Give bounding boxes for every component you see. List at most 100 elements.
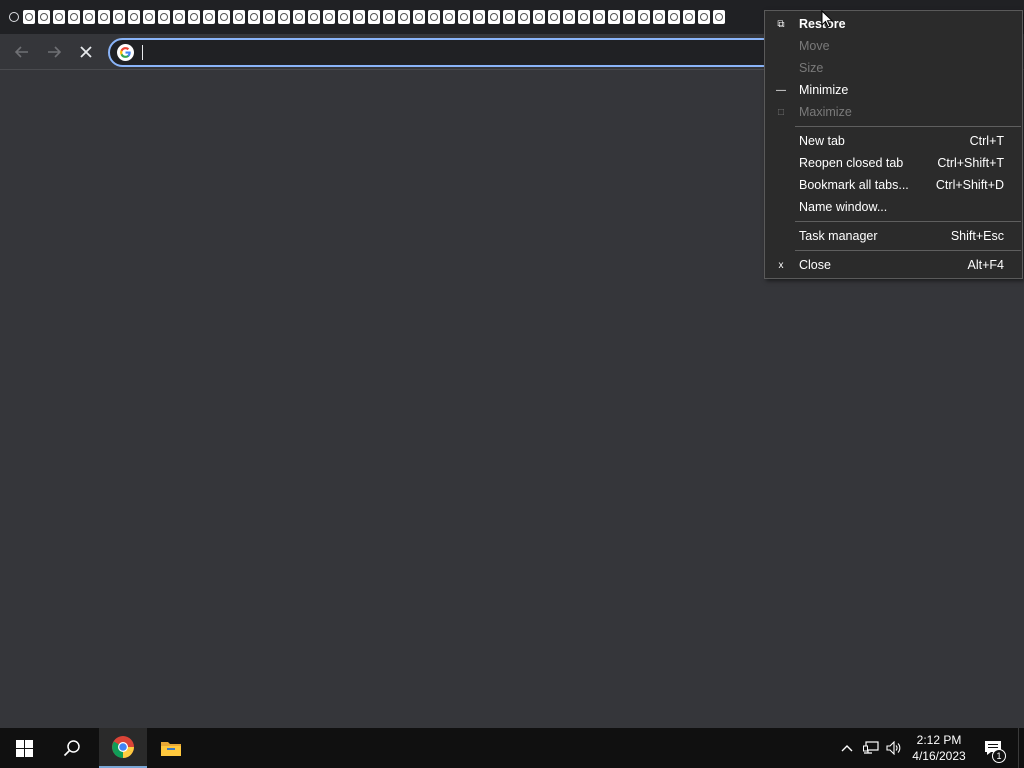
tab-favicon-icon bbox=[413, 10, 425, 24]
browser-tab[interactable] bbox=[96, 8, 111, 26]
menu-item-task-manager[interactable]: Task manager Shift+Esc bbox=[765, 225, 1022, 247]
back-button[interactable] bbox=[9, 39, 35, 65]
maximize-icon: □ bbox=[777, 106, 785, 118]
volume-icon bbox=[886, 741, 901, 755]
menu-item-close[interactable]: x Close Alt+F4 bbox=[765, 254, 1022, 276]
browser-tab[interactable] bbox=[366, 8, 381, 26]
browser-tab[interactable] bbox=[561, 8, 576, 26]
browser-tab[interactable] bbox=[591, 8, 606, 26]
browser-tab[interactable] bbox=[516, 8, 531, 26]
browser-tab[interactable] bbox=[201, 8, 216, 26]
browser-tab[interactable] bbox=[546, 8, 561, 26]
omnibox-input[interactable] bbox=[140, 43, 740, 62]
browser-tab[interactable] bbox=[21, 8, 36, 26]
notification-count-badge: 1 bbox=[992, 749, 1006, 763]
taskbar-clock[interactable]: 2:12 PM 4/16/2023 bbox=[908, 732, 970, 764]
browser-tab[interactable] bbox=[231, 8, 246, 26]
browser-tab[interactable] bbox=[411, 8, 426, 26]
browser-tab[interactable] bbox=[636, 8, 651, 26]
menu-item-shortcut: Alt+F4 bbox=[967, 258, 1004, 272]
browser-tab[interactable] bbox=[66, 8, 81, 26]
menu-item-reopen-closed-tab[interactable]: Reopen closed tab Ctrl+Shift+T bbox=[765, 152, 1022, 174]
close-icon: x bbox=[778, 259, 784, 271]
browser-tab[interactable] bbox=[261, 8, 276, 26]
tab-favicon-icon bbox=[398, 10, 410, 24]
tab-favicon-icon bbox=[638, 10, 650, 24]
tab-favicon-icon bbox=[278, 10, 290, 24]
tab-favicon-icon bbox=[23, 10, 35, 24]
browser-tab[interactable] bbox=[531, 8, 546, 26]
browser-tab[interactable] bbox=[381, 8, 396, 26]
network-button[interactable] bbox=[861, 728, 881, 768]
browser-tab[interactable] bbox=[246, 8, 261, 26]
browser-tab[interactable] bbox=[111, 8, 126, 26]
browser-tab[interactable] bbox=[291, 8, 306, 26]
browser-tab[interactable] bbox=[471, 8, 486, 26]
menu-item-label: Reopen closed tab bbox=[799, 156, 904, 170]
taskbar-search-button[interactable] bbox=[48, 728, 96, 768]
tab-favicon-icon bbox=[608, 10, 620, 24]
tab-favicon-icon bbox=[83, 10, 95, 24]
browser-tab[interactable] bbox=[696, 8, 711, 26]
address-bar[interactable] bbox=[108, 38, 808, 67]
browser-tab[interactable] bbox=[606, 8, 621, 26]
tab-favicon-icon bbox=[53, 10, 65, 24]
browser-tab[interactable] bbox=[651, 8, 666, 26]
browser-tab[interactable] bbox=[576, 8, 591, 26]
tab-favicon-icon bbox=[218, 10, 230, 24]
browser-tab[interactable] bbox=[396, 8, 411, 26]
menu-item-bookmark-all-tabs[interactable]: Bookmark all tabs... Ctrl+Shift+D bbox=[765, 174, 1022, 196]
browser-tab[interactable] bbox=[336, 8, 351, 26]
browser-tab[interactable] bbox=[426, 8, 441, 26]
tab-favicon-icon bbox=[38, 10, 50, 24]
browser-tab[interactable] bbox=[6, 8, 21, 26]
tab-favicon-icon bbox=[503, 10, 515, 24]
tab-favicon-icon bbox=[563, 10, 575, 24]
browser-tab[interactable] bbox=[216, 8, 231, 26]
browser-tab[interactable] bbox=[681, 8, 696, 26]
forward-button[interactable] bbox=[41, 39, 67, 65]
browser-tab[interactable] bbox=[186, 8, 201, 26]
tab-favicon-icon bbox=[323, 10, 335, 24]
menu-separator bbox=[795, 250, 1021, 251]
browser-tab[interactable] bbox=[486, 8, 501, 26]
browser-tab[interactable] bbox=[276, 8, 291, 26]
browser-tab[interactable] bbox=[321, 8, 336, 26]
menu-item-name-window[interactable]: Name window... bbox=[765, 196, 1022, 218]
browser-tab[interactable] bbox=[441, 8, 456, 26]
menu-item-restore[interactable]: ⧉Restore bbox=[765, 13, 1022, 35]
browser-tab[interactable] bbox=[501, 8, 516, 26]
taskbar-file-explorer-button[interactable] bbox=[147, 728, 195, 768]
browser-tab[interactable] bbox=[456, 8, 471, 26]
tab-favicon-icon bbox=[338, 10, 350, 24]
menu-item-size: Size bbox=[765, 57, 1022, 79]
browser-tab[interactable] bbox=[171, 8, 186, 26]
tab-favicon-icon bbox=[443, 10, 455, 24]
browser-tab[interactable] bbox=[156, 8, 171, 26]
browser-tab[interactable] bbox=[711, 8, 726, 26]
browser-tab[interactable] bbox=[51, 8, 66, 26]
menu-item-minimize[interactable]: — Minimize bbox=[765, 79, 1022, 101]
taskbar-chrome-button[interactable] bbox=[99, 728, 147, 768]
browser-tab[interactable] bbox=[126, 8, 141, 26]
tab-favicon-icon bbox=[668, 10, 680, 24]
tab-favicon-icon bbox=[683, 10, 695, 24]
menu-item-shortcut: Ctrl+T bbox=[969, 134, 1004, 148]
browser-tab[interactable] bbox=[621, 8, 636, 26]
browser-tab[interactable] bbox=[81, 8, 96, 26]
volume-button[interactable] bbox=[884, 728, 904, 768]
menu-separator bbox=[795, 126, 1021, 127]
start-button[interactable] bbox=[0, 728, 48, 768]
browser-tab[interactable] bbox=[141, 8, 156, 26]
tab-favicon-icon bbox=[698, 10, 710, 24]
browser-tab[interactable] bbox=[306, 8, 321, 26]
stop-loading-button[interactable] bbox=[73, 39, 99, 65]
tab-favicon-icon bbox=[713, 10, 725, 24]
show-desktop-button[interactable] bbox=[1018, 728, 1024, 768]
show-hidden-icons-button[interactable] bbox=[838, 728, 856, 768]
browser-tab[interactable] bbox=[351, 8, 366, 26]
action-center-button[interactable]: 1 bbox=[978, 728, 1008, 768]
browser-tab[interactable] bbox=[666, 8, 681, 26]
browser-tab[interactable] bbox=[36, 8, 51, 26]
menu-item-new-tab[interactable]: New tab Ctrl+T bbox=[765, 130, 1022, 152]
